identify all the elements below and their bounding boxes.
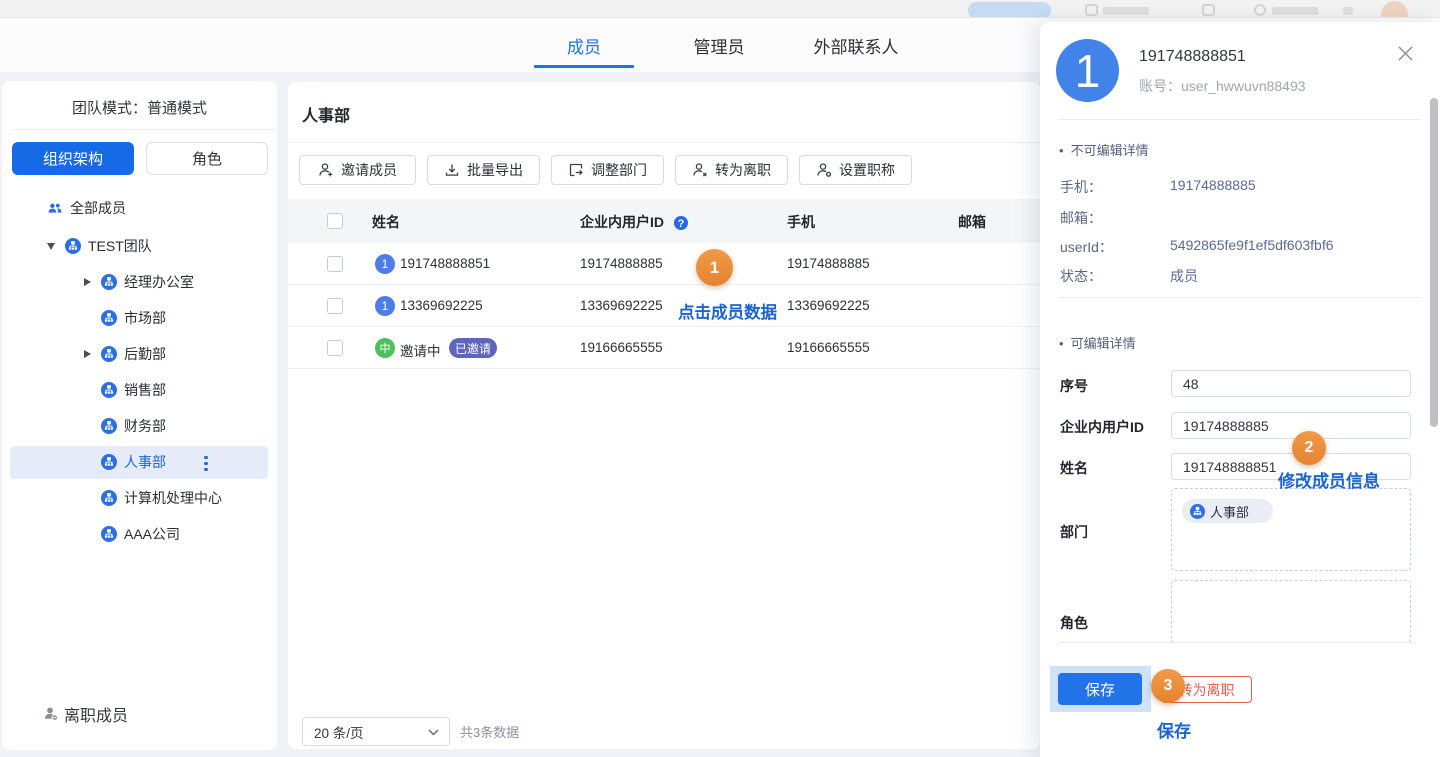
svg-text:?: ? bbox=[678, 218, 685, 230]
